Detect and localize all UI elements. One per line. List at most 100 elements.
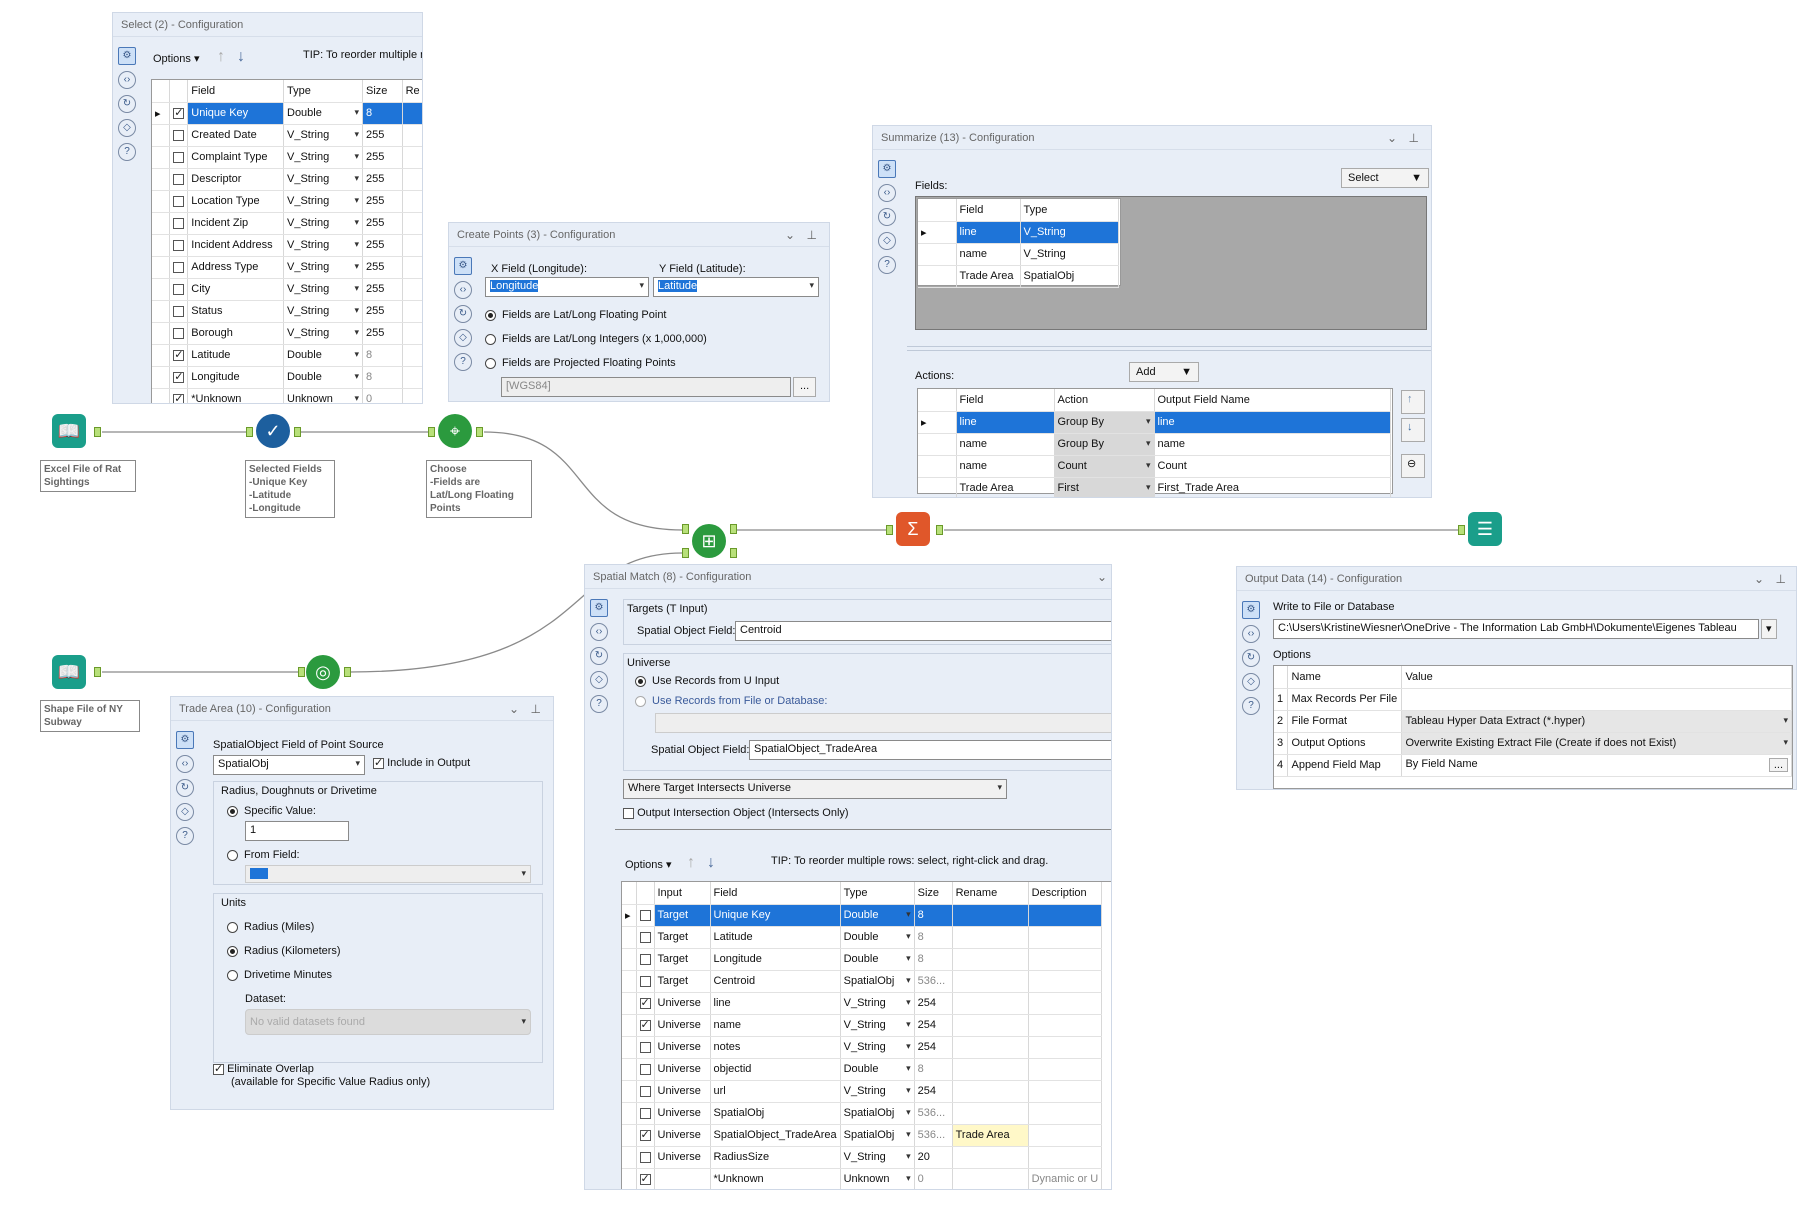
table-row[interactable]: *UnknownUnknown0 xyxy=(152,388,422,403)
output-anchor[interactable] xyxy=(94,667,101,677)
table-row[interactable]: Address TypeV_String255 xyxy=(152,256,422,279)
table-row[interactable]: TargetLatitudeDouble8 xyxy=(622,926,1103,949)
checkbox-cell[interactable] xyxy=(636,948,655,971)
source-field-dropdown[interactable]: SpatialObj xyxy=(213,755,365,775)
checkbox-cell[interactable] xyxy=(636,1036,655,1059)
col-header[interactable]: Input xyxy=(654,882,711,905)
pin-icon[interactable]: ⊥ xyxy=(1409,131,1419,145)
field-rename[interactable] xyxy=(952,992,1029,1015)
table-row[interactable]: CityV_String255 xyxy=(152,278,422,301)
unmatched-anchor[interactable] xyxy=(730,548,737,558)
include-checkbox[interactable] xyxy=(173,239,185,251)
output-anchor[interactable] xyxy=(94,427,101,437)
col-header[interactable]: Output Field Name xyxy=(1154,389,1391,412)
checkbox-cell[interactable] xyxy=(169,366,189,389)
output-field-name[interactable]: line xyxy=(1154,411,1391,434)
table-row[interactable]: nameCountCount xyxy=(918,455,1391,478)
field-type[interactable]: Double xyxy=(840,948,915,971)
table-row[interactable]: 1 Max Records Per File xyxy=(1274,688,1792,711)
include-checkbox[interactable] xyxy=(639,975,651,987)
field-rename[interactable] xyxy=(952,970,1029,993)
field-type[interactable]: Double xyxy=(283,102,364,125)
field-type[interactable]: Double xyxy=(840,926,915,949)
field-rename[interactable] xyxy=(952,1014,1029,1037)
checkbox-cell[interactable] xyxy=(169,146,189,169)
include-checkbox[interactable] xyxy=(639,953,651,965)
table-row[interactable]: Incident AddressV_String255 xyxy=(152,234,422,257)
table-row[interactable]: LatitudeDouble8 xyxy=(152,344,422,367)
tag-icon[interactable]: ◇ xyxy=(454,329,472,347)
include-checkbox[interactable] xyxy=(639,1107,651,1119)
code-icon[interactable]: ‹› xyxy=(176,755,194,773)
field-type[interactable]: SpatialObj xyxy=(840,1124,915,1147)
table-row[interactable]: StatusV_String255 xyxy=(152,300,422,323)
col-header[interactable]: Description xyxy=(1028,882,1103,905)
help-icon[interactable]: ? xyxy=(118,143,136,161)
include-checkbox[interactable] xyxy=(639,1041,651,1053)
field-type[interactable]: V_String xyxy=(840,1080,915,1103)
col-header[interactable]: Type xyxy=(283,80,364,103)
field-type[interactable]: V_String xyxy=(283,256,364,279)
drivetime-radio[interactable]: Drivetime Minutes xyxy=(227,969,332,981)
checkbox-cell[interactable] xyxy=(636,1146,655,1169)
col-header[interactable]: Size xyxy=(362,80,403,103)
table-row[interactable]: UniverseSpatialObject_TradeAreaSpatialOb… xyxy=(622,1124,1103,1147)
table-row[interactable]: 2 File Format Tableau Hyper Data Extract (… xyxy=(1274,710,1792,733)
browse-button[interactable]: ... xyxy=(1768,758,1788,772)
table-row[interactable]: ▸ lineGroup Byline xyxy=(918,411,1391,434)
checkbox-cell[interactable] xyxy=(169,234,189,257)
include-checkbox[interactable] xyxy=(173,370,185,383)
field-type[interactable]: SpatialObj xyxy=(840,1102,915,1125)
include-checkbox[interactable] xyxy=(173,327,185,339)
field-type[interactable]: V_String xyxy=(840,1014,915,1037)
field-type[interactable]: V_String xyxy=(283,168,364,191)
field-rename[interactable] xyxy=(952,1168,1029,1189)
output-anchor[interactable] xyxy=(294,427,301,437)
code-icon[interactable]: ‹› xyxy=(454,281,472,299)
output-anchor[interactable] xyxy=(476,427,483,437)
include-checkbox[interactable] xyxy=(173,217,185,229)
table-row[interactable]: nameGroup Byname xyxy=(918,433,1391,456)
field-rename[interactable] xyxy=(952,1146,1029,1169)
summarize-fields-grid[interactable]: Field Type ▸ line V_String name V_String Trad… xyxy=(917,198,1121,288)
code-icon[interactable]: ‹› xyxy=(590,623,608,641)
include-checkbox[interactable] xyxy=(173,106,185,119)
gear-icon[interactable]: ⚙ xyxy=(176,731,194,749)
include-checkbox[interactable] xyxy=(639,1063,651,1075)
include-checkbox[interactable] xyxy=(639,996,651,1009)
table-row[interactable]: 3 Output Options Overwrite Existing Extrac… xyxy=(1274,732,1792,755)
tag-icon[interactable]: ◇ xyxy=(118,119,136,137)
output-intersection-checkbox[interactable]: Output Intersection Object (Intersects O… xyxy=(623,807,849,819)
help-icon[interactable]: ? xyxy=(176,827,194,845)
output-path-input[interactable]: C:\Users\KristineWiesner\OneDrive - The … xyxy=(1273,619,1759,639)
checkbox-cell[interactable] xyxy=(636,926,655,949)
option-latlong-int[interactable]: Fields are Lat/Long Integers (x 1,000,00… xyxy=(485,333,707,345)
field-type[interactable]: V_String xyxy=(840,992,915,1015)
checkbox-cell[interactable] xyxy=(636,992,655,1015)
input-anchor[interactable] xyxy=(886,525,893,535)
chevron-down-icon[interactable]: ⌄ xyxy=(509,702,519,716)
field-type[interactable]: SpatialObj xyxy=(840,970,915,993)
annotation-icon[interactable]: ↻ xyxy=(118,95,136,113)
chevron-down-icon[interactable]: ⌄ xyxy=(785,228,795,242)
col-header[interactable]: Re xyxy=(402,80,422,103)
checkbox-cell[interactable] xyxy=(636,904,655,927)
tag-icon[interactable]: ◇ xyxy=(590,671,608,689)
include-checkbox[interactable] xyxy=(173,129,185,141)
remove-button[interactable]: ⊖ xyxy=(1401,454,1425,478)
help-icon[interactable]: ? xyxy=(590,695,608,713)
action-dropdown[interactable]: First xyxy=(1054,477,1155,497)
table-row[interactable]: LongitudeDouble8 xyxy=(152,366,422,389)
add-button[interactable]: Add ▼ xyxy=(1129,362,1199,382)
include-in-output-checkbox[interactable]: Include in Output xyxy=(373,756,470,769)
radius-km-radio[interactable]: Radius (Kilometers) xyxy=(227,945,341,957)
option-value[interactable]: Tableau Hyper Data Extract (*.hyper) xyxy=(1401,710,1792,733)
universe-anchor[interactable] xyxy=(682,548,689,558)
col-header[interactable]: Name xyxy=(1287,666,1403,689)
x-field-dropdown[interactable]: Longitude xyxy=(485,277,649,297)
path-dropdown-button[interactable]: ▾ xyxy=(1761,619,1777,639)
input-anchor[interactable] xyxy=(428,427,435,437)
checkbox-cell[interactable] xyxy=(169,278,189,301)
move-down-icon[interactable]: ↓ xyxy=(707,854,715,872)
table-row[interactable]: UniverseobjectidDouble8 xyxy=(622,1058,1103,1081)
